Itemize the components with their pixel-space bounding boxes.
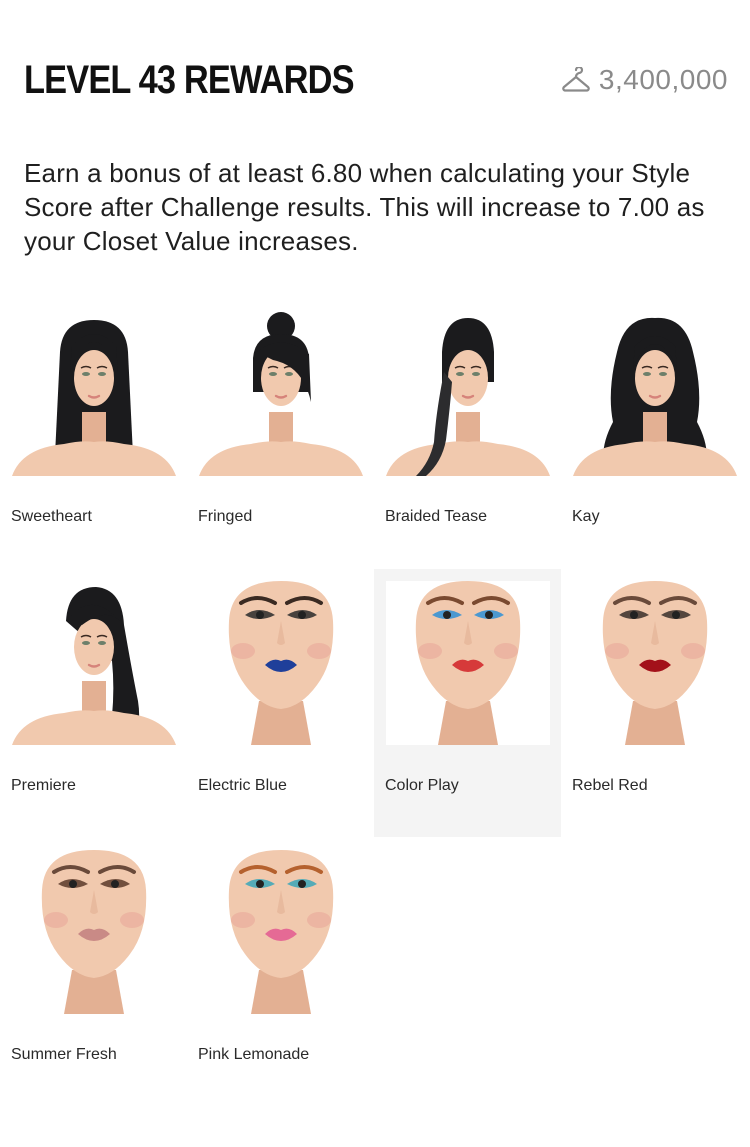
hairstyle-preview-image [573, 312, 737, 476]
hairstyle-preview-image [199, 312, 363, 476]
reward-label: Rebel Red [572, 777, 648, 794]
reward-tile[interactable]: Kay [561, 300, 748, 568]
reward-description: Earn a bonus of at least 6.80 when calcu… [24, 158, 705, 256]
reward-label: Pink Lemonade [198, 1046, 310, 1063]
makeup-preview-image [199, 850, 363, 1014]
reward-label: Color Play [385, 777, 459, 794]
makeup-preview-image [573, 581, 737, 745]
reward-tile[interactable]: Sweetheart [0, 300, 187, 568]
reward-tile[interactable]: Premiere [0, 569, 187, 837]
closet-value-text: 3,400,000 [598, 64, 728, 95]
closet-value: 3,400,000 [561, 64, 728, 96]
reward-label: Kay [572, 508, 600, 525]
reward-tile[interactable]: Color Play [374, 569, 561, 837]
reward-label: Sweetheart [11, 508, 92, 525]
hairstyle-preview-image [12, 581, 176, 745]
reward-label: Summer Fresh [11, 1046, 117, 1063]
makeup-preview-image [386, 581, 550, 745]
reward-tile[interactable]: Pink Lemonade [187, 838, 374, 1106]
reward-label: Electric Blue [198, 777, 287, 794]
hairstyle-preview-image [12, 312, 176, 476]
reward-label: Fringed [198, 508, 253, 525]
reward-tile[interactable]: Electric Blue [187, 569, 374, 837]
page-title: LEVEL 43 REWARDS [24, 58, 355, 102]
reward-label: Premiere [11, 777, 76, 794]
hanger-icon [562, 67, 590, 92]
reward-tile[interactable]: Fringed [187, 300, 374, 568]
makeup-preview-image [12, 850, 176, 1014]
hairstyle-preview-image [386, 312, 550, 476]
reward-tile[interactable]: Braided Tease [374, 300, 561, 568]
makeup-preview-image [199, 581, 363, 745]
reward-tile[interactable]: Rebel Red [561, 569, 748, 837]
reward-tile[interactable]: Summer Fresh [0, 838, 187, 1106]
reward-label: Braided Tease [385, 508, 487, 525]
header: LEVEL 43 REWARDS 3,400,000 [24, 58, 728, 108]
